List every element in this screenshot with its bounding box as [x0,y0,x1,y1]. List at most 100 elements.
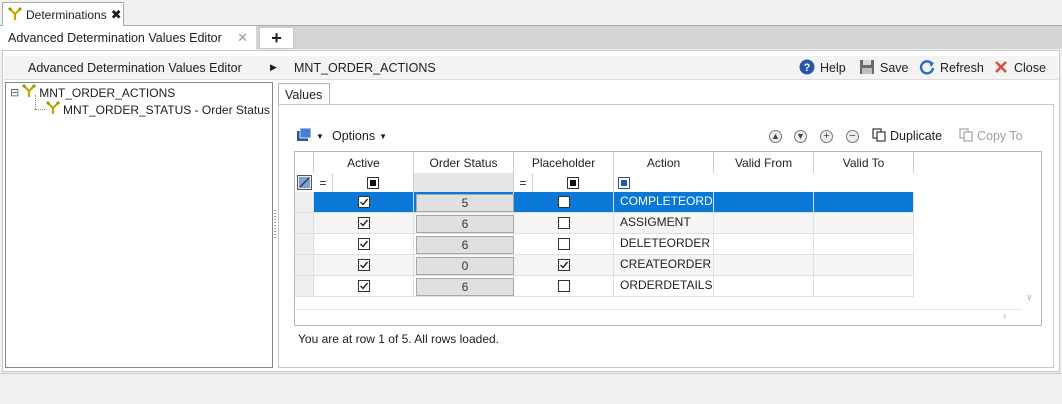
cell-action[interactable]: DELETEORDER [614,234,714,255]
cell-placeholder[interactable] [514,213,614,234]
column-header-placeholder[interactable]: Placeholder [514,152,614,173]
column-header-valid-to[interactable]: Valid To [814,152,914,173]
placeholder-checkbox[interactable] [557,259,570,271]
remove-row-button[interactable]: − [846,127,859,145]
filter-indeterminate-checkbox[interactable] [367,176,379,189]
save-button[interactable]: Save [859,58,909,78]
cell-action[interactable]: COMPLETEORD [614,192,714,213]
filter-placeholder[interactable] [533,173,614,192]
table-row[interactable]: 6 ASSIGMENT [295,213,914,234]
placeholder-checkbox[interactable] [557,238,570,250]
cell-placeholder[interactable] [514,276,614,297]
cell-valid-from[interactable] [714,234,814,255]
cell-valid-to[interactable] [814,255,914,276]
bottom-bar [0,373,1062,404]
cell-action[interactable]: ASSIGMENT [614,213,714,234]
table-row[interactable]: 6 ORDERDETAILS [295,276,914,297]
close-icon[interactable]: ✖ [111,7,122,23]
filter-operator-active[interactable]: = [314,173,333,192]
cell-active[interactable] [314,234,414,255]
active-checkbox[interactable] [357,259,370,271]
cell-placeholder[interactable] [514,255,614,276]
active-checkbox[interactable] [357,196,370,208]
filter-order-status[interactable] [414,173,514,192]
order-status-value: 6 [416,215,514,233]
cell-valid-from[interactable] [714,255,814,276]
copy-to-button[interactable]: Copy To [959,127,1023,145]
cell-action[interactable]: ORDERDETAILS [614,276,714,297]
cell-active[interactable] [314,276,414,297]
editor-tab-label: Advanced Determination Values Editor [8,31,222,45]
cell-active[interactable] [314,255,414,276]
scroll-down-icon[interactable]: ∨ [1026,292,1033,303]
filter-action-icon[interactable] [618,176,630,189]
cell-order-status[interactable]: 6 [414,234,514,255]
tab-determinations[interactable]: Determinations ✖ [2,2,124,27]
cell-action[interactable]: CREATEORDER [614,255,714,276]
column-header-action[interactable]: Action [614,152,714,173]
cell-valid-to[interactable] [814,276,914,297]
cell-valid-to[interactable] [814,213,914,234]
cell-active[interactable] [314,192,414,213]
duplicate-icon [872,127,886,145]
cell-order-status[interactable]: 6 [414,276,514,297]
cell-order-status[interactable]: 0 [414,255,514,276]
tab-advanced-determination-values-editor[interactable]: Advanced Determination Values Editor ✕ [0,26,256,50]
cell-placeholder[interactable] [514,234,614,255]
splitter-handle[interactable] [274,210,276,240]
placeholder-checkbox[interactable] [557,217,570,229]
move-up-button[interactable]: ▲ [769,127,782,145]
filter-indeterminate-checkbox[interactable] [567,176,579,189]
table-row[interactable]: 5 COMPLETEORD [295,192,914,213]
filter-operator-placeholder[interactable]: = [514,173,533,192]
cell-order-status[interactable]: 5 [414,192,514,213]
grid-menu-button[interactable]: ▼ [296,127,324,145]
vertical-scrollbar[interactable]: ∨ [1022,152,1041,310]
active-checkbox[interactable] [357,238,370,250]
duplicate-button[interactable]: Duplicate [872,127,942,145]
table-row[interactable]: 6 DELETEORDER [295,234,914,255]
row-selector[interactable] [295,192,314,213]
cell-valid-from[interactable] [714,276,814,297]
placeholder-checkbox[interactable] [557,196,570,208]
row-selector[interactable] [295,234,314,255]
horizontal-scrollbar[interactable]: › [295,309,1022,325]
scroll-right-icon[interactable]: › [1003,311,1006,322]
row-header-corner [295,152,314,173]
row-selector[interactable] [295,276,314,297]
filter-toggle-icon[interactable] [297,175,312,190]
cell-valid-to[interactable] [814,234,914,255]
close-icon[interactable]: ✕ [237,30,248,46]
table-row[interactable]: 0 CREATEORDER [295,255,914,276]
tab-values[interactable]: Values [278,83,330,105]
column-header-order-status[interactable]: Order Status [414,152,514,173]
add-row-button[interactable]: + [820,127,833,145]
refresh-button[interactable]: Refresh [919,58,984,78]
active-checkbox[interactable] [357,280,370,292]
help-button[interactable]: ? Help [799,58,846,78]
collapse-icon[interactable]: ⊟ [10,86,19,99]
breadcrumb-root[interactable]: Advanced Determination Values Editor [28,61,242,75]
chevron-up-icon: ▲ [769,129,782,143]
column-header-valid-from[interactable]: Valid From [714,152,814,173]
filter-active[interactable] [333,173,414,192]
close-icon [993,59,1009,78]
cell-placeholder[interactable] [514,192,614,213]
cell-valid-from[interactable] [714,213,814,234]
placeholder-checkbox[interactable] [557,280,570,292]
active-checkbox[interactable] [357,217,370,229]
cell-valid-to[interactable] [814,192,914,213]
add-tab-button[interactable]: + [259,27,294,49]
filter-action[interactable] [614,173,714,192]
tree-node-label: MNT_ORDER_ACTIONS [39,85,176,100]
options-menu-button[interactable]: Options ▼ [332,127,387,145]
row-selector[interactable] [295,255,314,276]
close-button[interactable]: Close [993,58,1046,78]
column-header-active[interactable]: Active [314,152,414,173]
row-selector[interactable] [295,213,314,234]
move-down-button[interactable]: ▼ [794,127,807,145]
cell-active[interactable] [314,213,414,234]
cell-order-status[interactable]: 6 [414,213,514,234]
tree-node-child[interactable]: MNT_ORDER_STATUS - Order Status [46,101,270,118]
cell-valid-from[interactable] [714,192,814,213]
